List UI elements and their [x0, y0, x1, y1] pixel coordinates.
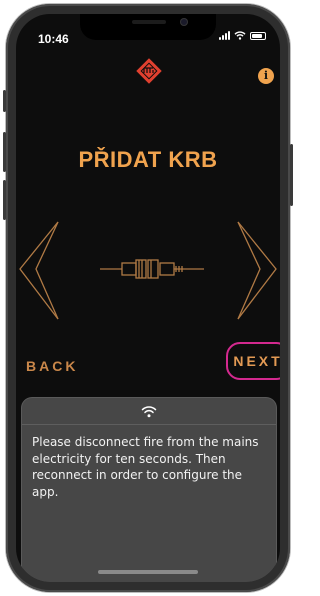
battery-icon [250, 31, 266, 40]
next-button-highlight[interactable]: NEXT [226, 342, 280, 380]
app-screen: 10:46 i PŘIDAT KRB BACK NEXT Please disc… [16, 14, 280, 582]
wifi-status-icon [234, 31, 246, 40]
status-time: 10:46 [38, 32, 69, 46]
notice-message: Please disconnect fire from the mains el… [32, 435, 259, 499]
next-button[interactable]: NEXT [233, 353, 280, 369]
info-button[interactable]: i [258, 68, 274, 84]
notch [80, 14, 216, 40]
signal-icon [219, 31, 230, 40]
silent-switch [3, 90, 6, 112]
notice-sheet: Please disconnect fire from the mains el… [22, 398, 276, 582]
volume-up-button [3, 132, 6, 172]
volume-down-button [3, 180, 6, 220]
page-title: PŘIDAT KRB [78, 147, 218, 172]
power-button [290, 144, 293, 206]
speaker [132, 20, 166, 24]
back-button[interactable]: BACK [26, 358, 78, 374]
notice-header [22, 398, 276, 425]
camera [180, 18, 188, 26]
home-indicator [98, 570, 198, 574]
wifi-icon [141, 405, 157, 417]
fire-connector-illustration [19, 221, 277, 320]
status-icons [219, 31, 266, 40]
brand-logo [136, 58, 162, 84]
